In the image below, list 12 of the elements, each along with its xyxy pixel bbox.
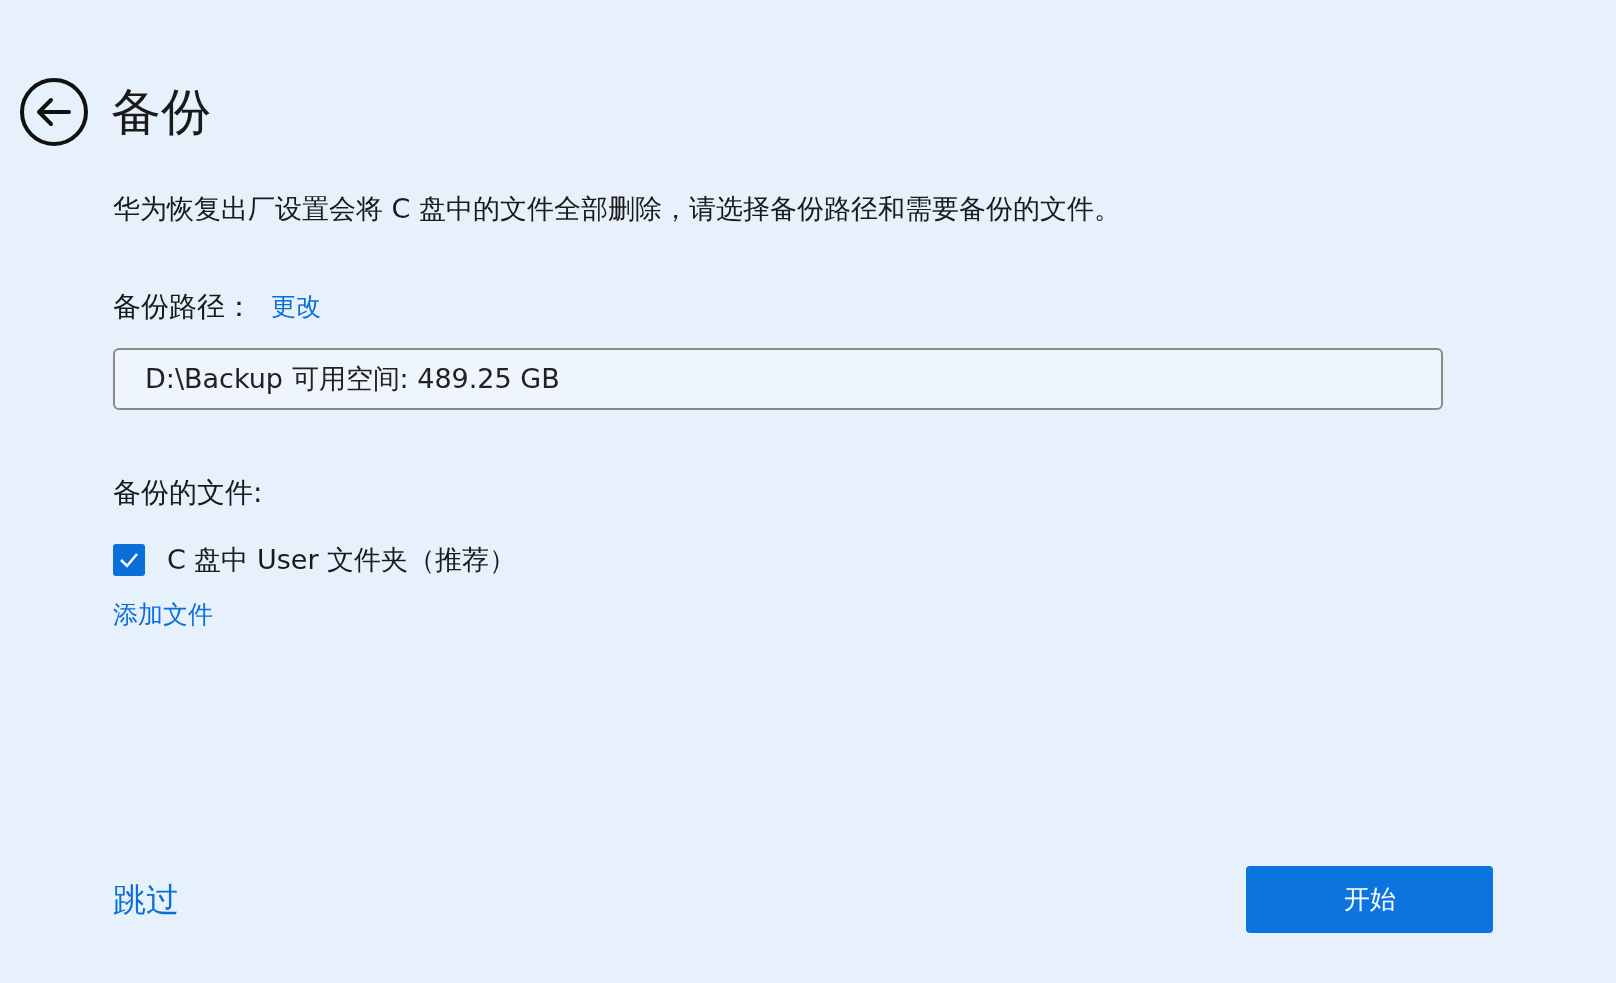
path-label: 备份路径： — [113, 288, 253, 325]
add-files-link[interactable]: 添加文件 — [113, 600, 213, 629]
checkbox-label: C 盘中 User 文件夹（推荐） — [167, 542, 517, 577]
files-label: 备份的文件: — [113, 474, 263, 511]
start-button[interactable]: 开始 — [1246, 866, 1493, 933]
change-link[interactable]: 更改 — [271, 287, 321, 326]
description-text: 华为恢复出厂设置会将 C 盘中的文件全部删除，请选择备份路径和需要备份的文件。 — [113, 192, 1123, 226]
path-field[interactable]: D:\Backup 可用空间: 489.25 GB — [113, 347, 1443, 410]
skip-link[interactable]: 跳过 — [113, 874, 179, 925]
checkbox[interactable] — [113, 543, 145, 576]
back-button[interactable] — [19, 77, 89, 147]
page-title: 备份 — [111, 82, 211, 142]
